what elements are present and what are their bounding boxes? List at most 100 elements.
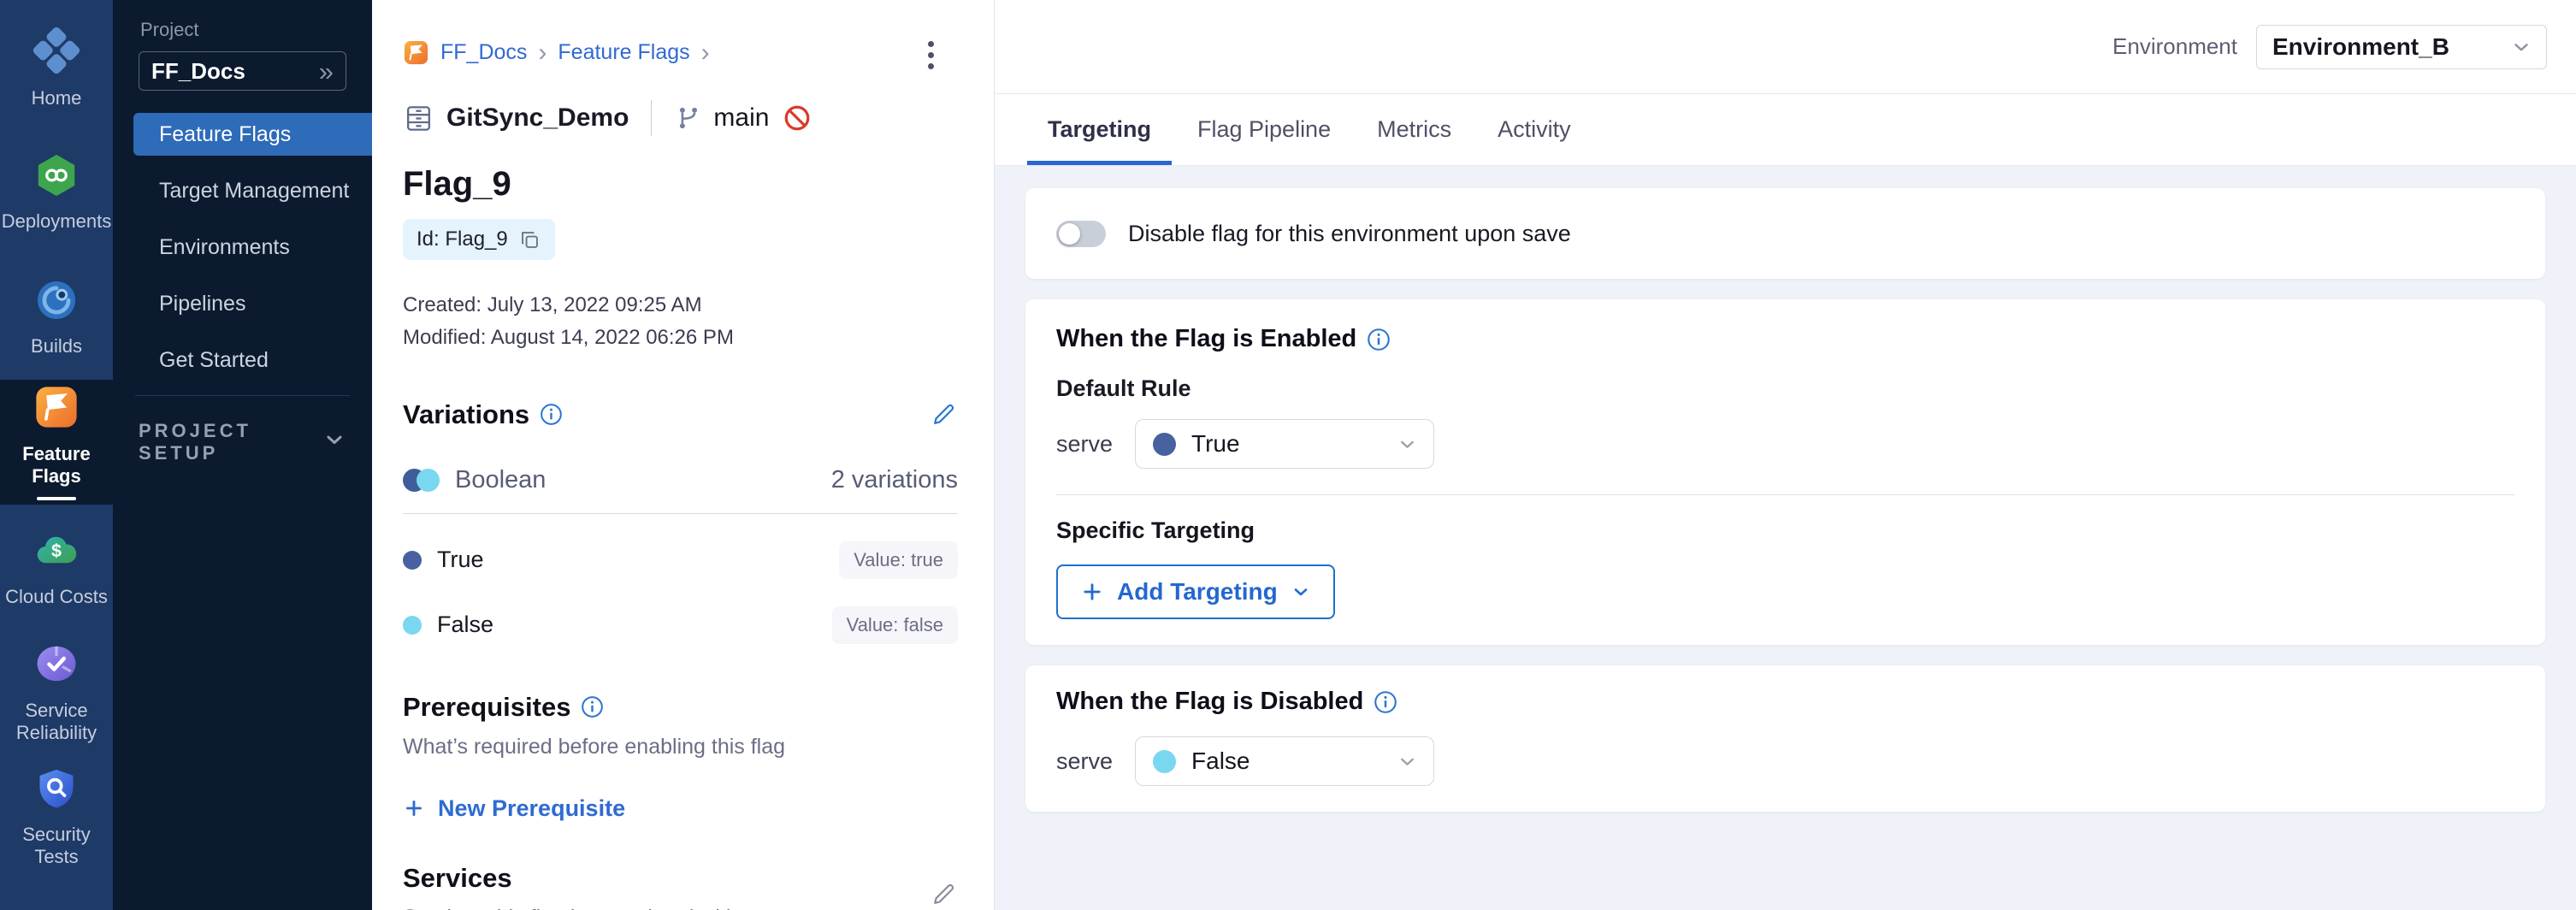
disabled-serve-value: False [1191, 748, 1250, 775]
breadcrumb-link-project[interactable]: FF_Docs [440, 40, 527, 65]
default-rule-label: Default Rule [1056, 375, 2514, 402]
prerequisites-header: Prerequisites [403, 692, 958, 723]
breadcrumb: FF_Docs › Feature Flags › [403, 39, 958, 66]
chevron-down-icon [1397, 751, 1418, 772]
environment-panel: Environment Environment_B Targeting Flag… [995, 0, 2576, 910]
breadcrumb-separator: › [538, 40, 547, 66]
module-item-service-reliability[interactable]: Service Reliability [0, 629, 113, 754]
environment-header: Environment Environment_B [995, 0, 2576, 94]
prerequisites-heading: Prerequisites [403, 692, 570, 723]
project-nav-items: Feature Flags Target Management Environm… [113, 113, 372, 381]
flag-env-tabs: Targeting Flag Pipeline Metrics Activity [995, 94, 2576, 166]
home-icon [32, 27, 80, 79]
nav-item-feature-flags[interactable]: Feature Flags [133, 113, 372, 156]
nav-item-get-started[interactable]: Get Started [133, 339, 372, 381]
variation-value-badge: Value: false [832, 606, 958, 644]
new-prerequisite-button[interactable]: New Prerequisite [403, 795, 625, 822]
tab-activity[interactable]: Activity [1477, 94, 1592, 165]
module-label: Service Reliability [0, 700, 113, 743]
default-serve-value: True [1191, 430, 1240, 458]
flag-dates: Created: July 13, 2022 09:25 AM Modified… [403, 289, 958, 355]
variation-color-dot [403, 616, 422, 635]
module-label: Home [32, 87, 82, 109]
nav-item-target-management[interactable]: Target Management [133, 169, 372, 212]
project-selector-value: FF_Docs [151, 58, 245, 85]
copy-icon[interactable] [518, 228, 541, 251]
divider [1056, 494, 2514, 495]
page-title: Flag_9 [403, 165, 958, 204]
tab-targeting[interactable]: Targeting [1027, 94, 1172, 165]
project-selector[interactable]: FF_Docs » [139, 51, 346, 91]
serve-label: serve [1056, 431, 1113, 458]
default-serve-select[interactable]: True [1135, 419, 1434, 469]
module-item-home[interactable]: Home [0, 5, 113, 130]
environment-select-value: Environment_B [2272, 33, 2449, 61]
created-date: Created: July 13, 2022 09:25 AM [403, 289, 958, 322]
cloud-costs-icon: $ [33, 527, 80, 577]
variation-value-badge: Value: true [839, 541, 958, 579]
git-branch-name: main [713, 103, 769, 133]
flag-id-chip: Id: Flag_9 [403, 219, 555, 260]
breadcrumb-separator: › [701, 40, 710, 66]
security-tests-icon [34, 766, 79, 815]
environment-label: Environment [2112, 33, 2237, 60]
default-rule-serve-row: serve True [1056, 419, 2514, 469]
variation-name: True [437, 547, 484, 573]
flag-disabled-heading: When the Flag is Disabled [1056, 688, 1363, 716]
app-root: Home Deployments Builds [0, 0, 2576, 910]
git-sync-row: GitSync_Demo main [403, 100, 958, 136]
active-module-underline [37, 497, 76, 500]
nav-item-pipelines[interactable]: Pipelines [133, 282, 372, 325]
vertical-divider [651, 100, 652, 136]
variation-name: False [437, 612, 493, 638]
module-item-feature-flags[interactable]: Feature Flags [0, 380, 113, 505]
disable-flag-card: Disable flag for this environment upon s… [1025, 188, 2545, 279]
divider [403, 513, 958, 514]
double-chevron-right-icon: » [319, 58, 334, 85]
project-section-label: Project [140, 19, 372, 41]
services-heading: Services [403, 863, 738, 894]
variation-type-row: Boolean 2 variations [403, 466, 958, 494]
module-item-cloud-costs[interactable]: $ Cloud Costs [0, 505, 113, 629]
info-icon[interactable] [1367, 328, 1391, 352]
svg-text:$: $ [51, 541, 62, 561]
git-sync-disabled-icon[interactable] [783, 103, 812, 133]
boolean-type-icon [403, 469, 440, 492]
breadcrumb-link-feature-flags[interactable]: Feature Flags [558, 40, 689, 65]
variation-color-dot [403, 551, 422, 570]
tab-flag-pipeline[interactable]: Flag Pipeline [1177, 94, 1351, 165]
service-reliability-icon [33, 641, 80, 691]
module-label: Builds [31, 335, 82, 357]
module-item-security-tests[interactable]: Security Tests [0, 754, 113, 879]
info-icon[interactable] [581, 695, 604, 718]
git-repo-name: GitSync_Demo [446, 103, 629, 133]
module-label: Security Tests [0, 824, 113, 867]
disable-flag-toggle[interactable] [1056, 221, 1106, 247]
git-repo-icon [403, 103, 434, 134]
flag-options-menu-button[interactable] [925, 38, 937, 73]
edit-services-icon[interactable] [930, 880, 958, 910]
edit-variations-icon[interactable] [930, 400, 958, 428]
nav-divider [135, 395, 350, 396]
tab-metrics[interactable]: Metrics [1356, 94, 1472, 165]
deployments-icon [34, 153, 79, 202]
module-label: Deployments [2, 210, 111, 232]
nav-item-environments[interactable]: Environments [133, 226, 372, 269]
plus-icon [403, 797, 425, 819]
module-label: Feature Flags [0, 443, 113, 487]
project-setup-toggle[interactable]: PROJECT SETUP [139, 420, 346, 464]
info-icon[interactable] [1374, 690, 1397, 714]
add-targeting-button[interactable]: Add Targeting [1056, 564, 1335, 619]
info-icon[interactable] [540, 403, 563, 426]
module-item-builds[interactable]: Builds [0, 255, 113, 380]
module-item-deployments[interactable]: Deployments [0, 130, 113, 255]
disabled-serve-select[interactable]: False [1135, 736, 1434, 786]
variation-row-true: True Value: true [403, 541, 958, 579]
flag-enabled-heading: When the Flag is Enabled [1056, 325, 1356, 353]
prerequisites-description: What’s required before enabling this fla… [403, 735, 958, 759]
flag-enabled-header: When the Flag is Enabled [1056, 325, 2514, 353]
services-description: Services this flag is associated with [403, 906, 738, 910]
environment-select[interactable]: Environment_B [2256, 25, 2547, 69]
module-rail: Home Deployments Builds [0, 0, 113, 910]
flag-disabled-card: When the Flag is Disabled serve False [1025, 665, 2545, 812]
